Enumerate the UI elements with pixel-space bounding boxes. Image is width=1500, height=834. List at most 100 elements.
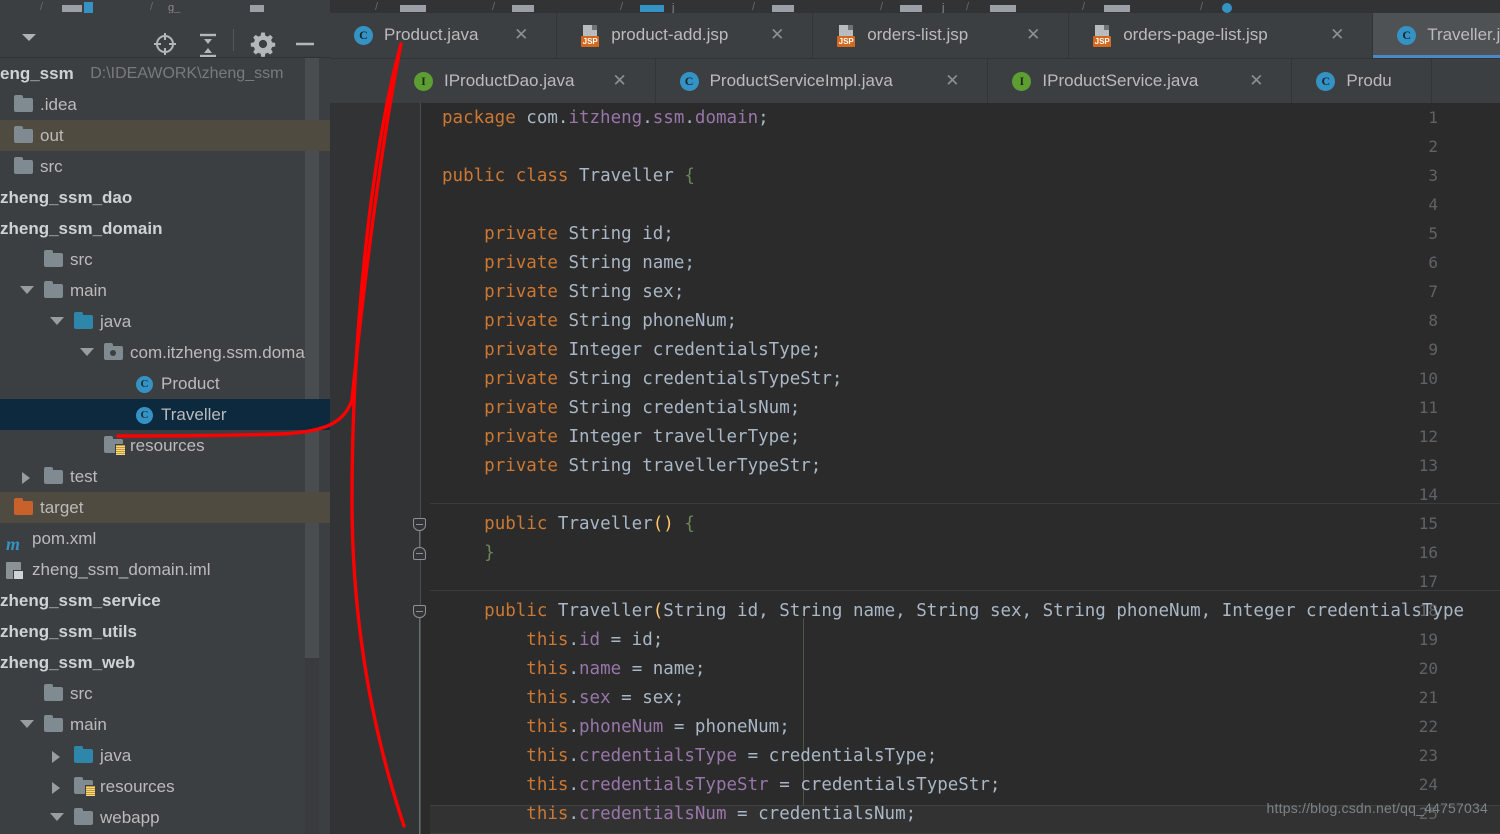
tree-row[interactable]: resources [0, 430, 330, 461]
tree-row[interactable]: com.itzheng.ssm.doma [0, 337, 330, 368]
project-tree[interactable]: eng_ssm D:\IDEAWORK\zheng_ssm .idea out src z… [0, 58, 330, 834]
code-line[interactable]: this.name = name; [442, 659, 705, 679]
chevron-down-icon[interactable] [50, 813, 64, 821]
tree-row[interactable]: java [0, 740, 330, 771]
watermark-text: https://blog.csdn.net/qq_44757034 [1266, 800, 1488, 816]
editor-tab[interactable]: CTraveller.java✕ [1373, 13, 1500, 58]
chevron-down-icon[interactable] [50, 317, 64, 325]
tree-row[interactable]: zheng_ssm_dao [0, 182, 330, 213]
minimize-icon[interactable] [292, 31, 318, 57]
tree-row[interactable]: main [0, 275, 330, 306]
collapse-all-icon[interactable] [195, 31, 221, 57]
toolbar-divider [233, 29, 234, 51]
editor-tab-row-2[interactable]: I IProductDao.java ✕ C ProductServiceImpl.ja… [330, 58, 1500, 104]
tree-row[interactable]: zheng_ssm_service [0, 585, 330, 616]
editor-tab[interactable]: I IProductService.java ✕ [988, 59, 1293, 104]
close-icon[interactable]: ✕ [1248, 72, 1264, 89]
editor-tab[interactable]: JSP orders-list.jsp ✕ [813, 13, 1070, 58]
locate-in-tree-icon[interactable] [152, 31, 178, 57]
tree-row[interactable]: test [0, 461, 330, 492]
tree-row[interactable]: zheng_ssm_domain.iml [0, 554, 330, 585]
code-line[interactable]: private String name; [442, 253, 695, 273]
line-number: 2 [1428, 137, 1438, 156]
code-line[interactable]: private String travellerTypeStr; [442, 456, 821, 476]
code-line[interactable]: private String sex; [442, 282, 684, 302]
tree-row[interactable]: src [0, 244, 330, 275]
editor-tab[interactable]: C Produ [1292, 59, 1433, 104]
tree-row[interactable]: webapp [0, 802, 330, 833]
close-icon[interactable]: ✕ [769, 26, 785, 43]
chevron-down-icon[interactable] [80, 348, 94, 356]
tree-row[interactable]: C Traveller [0, 399, 330, 430]
code-line[interactable]: package com.itzheng.ssm.domain; [442, 108, 769, 128]
tree-row[interactable]: out [0, 120, 330, 151]
fold-region-line [419, 618, 420, 834]
method-separator [430, 503, 1500, 504]
code-line[interactable]: public Traveller() { [442, 514, 695, 534]
chevron-down-icon[interactable] [20, 720, 34, 728]
code-line[interactable]: private String credentialsTypeStr; [442, 369, 842, 389]
close-icon[interactable]: ✕ [513, 26, 529, 43]
tree-row[interactable]: eng_ssm D:\IDEAWORK\zheng_ssm [0, 58, 330, 89]
editor-tab-label: Product.java [384, 25, 479, 44]
close-icon[interactable]: ✕ [1025, 26, 1041, 43]
editor-tab[interactable]: JSP orders-page-list.jsp ✕ [1069, 13, 1374, 58]
tree-row[interactable]: main [0, 709, 330, 740]
chevron-down-icon[interactable] [20, 286, 34, 294]
code-editor[interactable]: 1 2 3 4 5 6 7 8 9 10 11 12 13 14 15 16 17 18 19 20 21 22 23 24 2… [330, 103, 1500, 834]
tree-row[interactable]: resources [0, 771, 330, 802]
chevron-right-icon[interactable] [52, 751, 60, 763]
folder-icon [44, 684, 63, 701]
line-number: 13 [1418, 456, 1438, 475]
editor-tab[interactable]: C Product.java ✕ [330, 13, 558, 58]
code-line[interactable]: private String id; [442, 224, 674, 244]
code-line[interactable]: private Integer credentialsType; [442, 340, 821, 360]
code-line[interactable]: private String credentialsNum; [442, 398, 800, 418]
java-class-icon: C [354, 26, 373, 45]
fold-marker-collapse[interactable] [413, 605, 426, 618]
resources-folder-icon [74, 777, 95, 796]
code-line[interactable]: public Traveller(String id, String name,… [442, 601, 1464, 621]
close-icon[interactable]: ✕ [1329, 26, 1345, 43]
line-number: 15 [1418, 514, 1438, 533]
tree-row[interactable]: java [0, 306, 330, 337]
tree-row-label: src [70, 250, 93, 269]
tree-row[interactable]: C Product [0, 368, 330, 399]
code-line[interactable]: private Integer travellerType; [442, 427, 800, 447]
code-line[interactable]: this.id = id; [442, 630, 663, 650]
jsp-file-icon: JSP [1093, 25, 1112, 47]
fold-marker-collapse[interactable] [413, 518, 426, 531]
editor-tab[interactable]: I IProductDao.java ✕ [390, 59, 656, 104]
tree-row[interactable]: target [0, 492, 330, 523]
tree-row[interactable]: zheng_ssm_domain [0, 213, 330, 244]
tree-row[interactable]: src [0, 151, 330, 182]
project-tool-window: ct [0, 13, 330, 834]
tree-row[interactable]: zheng_ssm_utils [0, 616, 330, 647]
tree-row[interactable]: zheng_ssm_web [0, 647, 330, 678]
tree-row[interactable]: .idea [0, 89, 330, 120]
editor-gutter[interactable] [330, 103, 420, 834]
tree-row[interactable]: m pom.xml [0, 523, 330, 554]
close-icon[interactable]: ✕ [612, 72, 628, 89]
chevron-right-icon[interactable] [22, 472, 30, 484]
editor-tab-row-1[interactable]: C Product.java ✕ JSP product-add.jsp ✕ JSP orde… [330, 13, 1500, 58]
code-line[interactable]: this.phoneNum = phoneNum; [442, 717, 789, 737]
code-line[interactable]: } [442, 543, 495, 563]
chevron-down-icon[interactable] [22, 34, 36, 41]
code-line[interactable]: private String phoneNum; [442, 311, 737, 331]
tree-row[interactable]: src [0, 678, 330, 709]
code-line[interactable]: public class Traveller { [442, 166, 695, 186]
editor-tab[interactable]: JSP product-add.jsp ✕ [557, 13, 814, 58]
code-line[interactable]: this.credentialsType = credentialsType; [442, 746, 937, 766]
tree-row-label: zheng_ssm_service [0, 591, 161, 610]
code-line[interactable]: this.credentialsNum = credentialsNum; [442, 804, 916, 824]
gear-icon[interactable] [250, 31, 276, 57]
close-icon[interactable]: ✕ [944, 72, 960, 89]
chevron-right-icon[interactable] [52, 782, 60, 794]
folder-icon [14, 126, 33, 143]
fold-marker-end[interactable] [413, 547, 426, 560]
code-line[interactable]: this.credentialsTypeStr = credentialsTyp… [442, 775, 1000, 795]
code-line[interactable]: this.sex = sex; [442, 688, 684, 708]
tree-row-label: zheng_ssm_domain.iml [32, 560, 211, 579]
editor-tab[interactable]: C ProductServiceImpl.java ✕ [655, 59, 989, 104]
